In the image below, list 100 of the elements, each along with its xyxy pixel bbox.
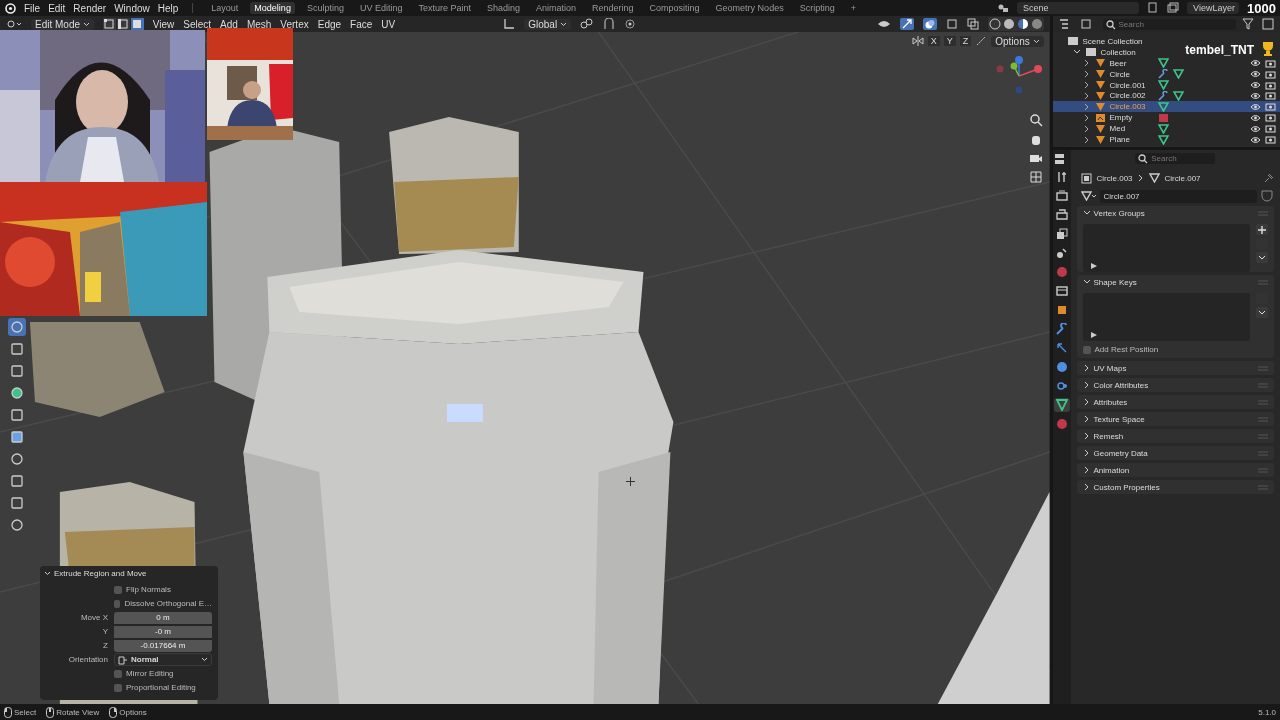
- checkbox[interactable]: Proportional Editing: [114, 683, 212, 692]
- link-icon[interactable]: [579, 18, 594, 30]
- collection-tab[interactable]: [1053, 284, 1070, 298]
- panel-header[interactable]: Color Attributes: [1082, 380, 1149, 390]
- workspace-tab[interactable]: Rendering: [588, 2, 638, 14]
- checkbox[interactable]: Mirror Editing: [114, 669, 212, 678]
- mode-dropdown[interactable]: Edit Mode: [31, 18, 94, 30]
- menu-item[interactable]: Select: [183, 18, 212, 30]
- wrench-icon[interactable]: [1157, 91, 1169, 101]
- pin-icon[interactable]: [1264, 173, 1274, 183]
- wireframe-shading-icon[interactable]: [988, 18, 1001, 30]
- axis-toggle[interactable]: Y: [943, 36, 956, 46]
- camera-icon[interactable]: [1265, 91, 1276, 101]
- scene-field[interactable]: Scene: [1017, 2, 1140, 14]
- number-field[interactable]: -0 m: [114, 625, 212, 638]
- checkbox[interactable]: Add Rest Position: [1082, 345, 1268, 354]
- tool-icon[interactable]: [8, 428, 26, 446]
- gizmo-toggle[interactable]: [899, 18, 914, 30]
- mesh-data-icon[interactable]: [1157, 134, 1169, 145]
- mesh-data-icon[interactable]: [1157, 80, 1169, 91]
- edge-select-icon[interactable]: [116, 18, 130, 30]
- view-layer-field[interactable]: ViewLayer: [1187, 2, 1240, 14]
- menu-item[interactable]: Vertex: [280, 18, 309, 30]
- panel-header[interactable]: Texture Space: [1082, 414, 1145, 424]
- camera-icon[interactable]: [1265, 80, 1276, 90]
- menu-item[interactable]: Window: [114, 2, 150, 14]
- solid-shading-icon[interactable]: [1002, 18, 1015, 30]
- search-field[interactable]: Search: [1102, 18, 1236, 30]
- workspace-tab[interactable]: Layout: [207, 2, 243, 14]
- outliner-item[interactable]: Circle.003: [1052, 101, 1280, 113]
- mesh-overlay-icon[interactable]: [945, 18, 958, 30]
- mirror-icon[interactable]: [911, 35, 924, 47]
- workspace-tab[interactable]: Geometry Nodes: [711, 2, 788, 14]
- panel-header[interactable]: Animation: [1082, 465, 1130, 475]
- axis-toggle[interactable]: Z: [959, 36, 972, 46]
- menu-item[interactable]: Face: [350, 18, 373, 30]
- outliner-item[interactable]: Circle.002: [1052, 90, 1280, 102]
- options-dropdown[interactable]: Options: [991, 35, 1044, 47]
- output-tab[interactable]: [1053, 208, 1070, 222]
- camera-icon[interactable]: [1265, 124, 1276, 134]
- camera-icon[interactable]: [1265, 135, 1276, 145]
- tool-icon[interactable]: [8, 406, 26, 424]
- panel-header[interactable]: Custom Properties: [1082, 482, 1160, 492]
- tool-icon[interactable]: [8, 318, 26, 336]
- mesh-data-icon[interactable]: [1157, 123, 1169, 134]
- panel-header[interactable]: Shape Keys: [1082, 277, 1137, 287]
- eye-icon[interactable]: [1250, 92, 1261, 100]
- camera-icon[interactable]: [1265, 58, 1276, 68]
- copy-icon[interactable]: [1147, 2, 1160, 14]
- menu-item[interactable]: Edit: [48, 2, 66, 14]
- panel-header[interactable]: Extrude Region and Move: [44, 569, 214, 578]
- menu-item[interactable]: View: [152, 18, 175, 30]
- layers-icon[interactable]: [1167, 2, 1180, 14]
- search-field[interactable]: Search: [1135, 153, 1216, 164]
- tool-icon[interactable]: [8, 494, 26, 512]
- workspace-tab[interactable]: Animation: [532, 2, 581, 14]
- workspace-tab[interactable]: UV Editing: [355, 2, 407, 14]
- mesh-data-icon[interactable]: [1172, 91, 1184, 101]
- outliner-item[interactable]: Plane: [1052, 134, 1280, 146]
- editor-type-icon[interactable]: [6, 18, 22, 30]
- grid-icon[interactable]: [1028, 170, 1043, 184]
- workspace-tab[interactable]: Sculpting: [302, 2, 348, 14]
- tool-icon[interactable]: [8, 340, 26, 358]
- menu-item[interactable]: Add: [220, 18, 238, 30]
- tool-icon[interactable]: [8, 516, 26, 534]
- data-tab[interactable]: [1053, 398, 1070, 412]
- material-shading-icon[interactable]: [1016, 18, 1029, 30]
- add-button[interactable]: [1256, 224, 1268, 235]
- mesh-data-icon[interactable]: [1080, 191, 1097, 201]
- mesh-name-field[interactable]: Circle.007: [1099, 189, 1257, 203]
- render-tab[interactable]: [1053, 189, 1070, 203]
- menu-item[interactable]: UV: [381, 18, 396, 30]
- overlay-toggle[interactable]: [922, 18, 937, 30]
- wrench-icon[interactable]: [1157, 69, 1169, 80]
- filter-icon[interactable]: [1242, 18, 1256, 30]
- shield-icon[interactable]: [1260, 189, 1274, 203]
- checkbox[interactable]: Flip Normals: [114, 585, 212, 594]
- workspace-tab[interactable]: Shading: [483, 2, 524, 14]
- workspace-tab[interactable]: Modeling: [250, 2, 295, 14]
- vertex-select-icon[interactable]: [102, 18, 116, 30]
- menu-down-button[interactable]: [1256, 252, 1268, 263]
- panel-header[interactable]: Attributes: [1082, 397, 1128, 407]
- add-workspace-tab[interactable]: +: [846, 2, 860, 14]
- transform-orientation-icon[interactable]: [503, 18, 516, 30]
- tool-icon[interactable]: [8, 362, 26, 380]
- workspace-tab[interactable]: Compositing: [645, 2, 704, 14]
- snap-icon[interactable]: [602, 18, 615, 30]
- outliner-item[interactable]: Circle.001: [1052, 79, 1280, 91]
- eye-icon[interactable]: [1250, 124, 1261, 133]
- orientation-dropdown[interactable]: Global: [524, 18, 571, 30]
- outliner-item[interactable]: Med: [1052, 123, 1280, 135]
- collection-label[interactable]: Collection: [1100, 47, 1136, 57]
- menu-item[interactable]: Mesh: [246, 18, 272, 30]
- mesh-data-icon[interactable]: [1172, 69, 1184, 80]
- scene-collection-label[interactable]: Scene Collection: [1082, 36, 1143, 46]
- eye-icon[interactable]: [1250, 113, 1261, 122]
- tool-icon[interactable]: [8, 472, 26, 490]
- mesh-data-icon[interactable]: [1157, 58, 1169, 69]
- panel-header[interactable]: Geometry Data: [1082, 448, 1148, 458]
- xray-icon[interactable]: [966, 18, 979, 30]
